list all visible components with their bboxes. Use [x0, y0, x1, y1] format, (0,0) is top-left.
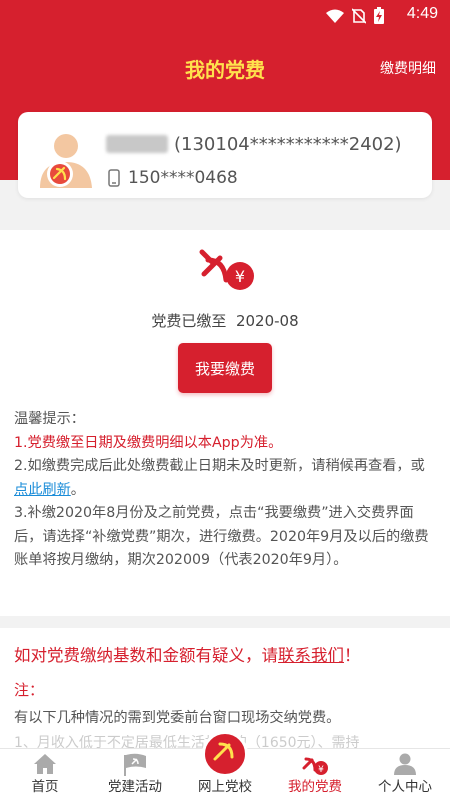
wifi-icon — [326, 9, 344, 23]
tip-item-2-end: 。 — [70, 481, 85, 498]
party-dues-icon: ¥ — [302, 757, 328, 775]
tab-home[interactable]: 首页 — [0, 749, 90, 800]
status-time: 4:49 — [406, 5, 438, 22]
payment-detail-link[interactable]: 缴费明细 — [380, 58, 436, 78]
status-bar: 4:49 — [0, 0, 450, 30]
phone-number: 150****0468 — [128, 168, 238, 188]
no-sim-icon — [352, 7, 366, 24]
user-name: (130104***********2402) — [106, 134, 402, 155]
masked-name — [106, 135, 168, 153]
tip-item-1: 1.党费缴至日期及缴费明细以本App为准。 — [14, 434, 283, 451]
battery-charging-icon — [374, 7, 384, 24]
dues-section: ¥ 党费已缴至 2020-08 我要缴费 温馨提示： 1.党费缴至日期及缴费明细… — [0, 230, 450, 616]
svg-text:¥: ¥ — [318, 765, 324, 775]
tip-item-2: 2.如缴费完成后此处缴费截止日期未及时更新，请稍候再查看，或点此刷新。 — [14, 455, 438, 502]
tips: 温馨提示： 1.党费缴至日期及缴费明细以本App为准。 2.如缴费完成后此处缴费… — [14, 408, 438, 573]
note-label: 注： — [14, 681, 45, 699]
party-emblem-icon — [202, 731, 248, 777]
paid-until-value: 2020-08 — [235, 312, 299, 330]
contact-us-link[interactable]: 联系我们 — [278, 646, 344, 665]
bottom-tab-bar: 首页 党建活动 网上党校 ¥ 我的党费 个人中心 — [0, 731, 450, 800]
tab-my-dues[interactable]: ¥ 我的党费 — [270, 749, 360, 800]
user-card: (130104***********2402) 150****0468 — [18, 112, 432, 198]
tab-home-label: 首页 — [31, 779, 59, 795]
tab-activities[interactable]: 党建活动 — [90, 749, 180, 800]
tab-personal-center-label: 个人中心 — [378, 779, 432, 795]
party-dues-emblem-icon: ¥ — [199, 249, 254, 290]
user-id-masked: (130104***********2402) — [174, 134, 402, 155]
tip-item-2-text: 2.如缴费完成后此处缴费截止日期未及时更新，请稍候再查看，或 — [14, 458, 425, 474]
tab-my-dues-label: 我的党费 — [288, 779, 342, 795]
status-icons — [326, 7, 384, 24]
paid-until-label: 党费已缴至 — [151, 312, 227, 330]
notice-section: 如对党费缴纳基数和金额有疑义，请联系我们！ 注： 有以下几种情况的需到党委前台窗… — [0, 628, 450, 751]
flag-icon — [124, 753, 146, 776]
phone-icon — [108, 169, 120, 187]
avatar — [40, 134, 92, 188]
pay-dues-button[interactable]: 我要缴费 — [178, 343, 272, 393]
tip-item-3: 3.补缴2020年8月份及之前党费，点击“我要缴费”进入交费界面后，请选择“补缴… — [14, 505, 429, 568]
tab-activities-label: 党建活动 — [108, 779, 162, 795]
paid-until: 党费已缴至 2020-08 — [0, 310, 450, 331]
tab-online-school[interactable]: 网上党校 — [180, 731, 270, 800]
person-icon — [394, 753, 416, 775]
note-text: 有以下几种情况的需到党委前台窗口现场交纳党费。 — [14, 710, 341, 726]
tab-personal-center[interactable]: 个人中心 — [360, 749, 450, 800]
notice-title-text: 如对党费缴纳基数和金额有疑义，请 — [14, 646, 278, 665]
home-icon — [34, 754, 56, 774]
refresh-link[interactable]: 点此刷新 — [14, 482, 71, 498]
svg-text:¥: ¥ — [235, 267, 245, 286]
tips-title: 温馨提示： — [14, 411, 85, 427]
user-phone: 150****0468 — [108, 168, 238, 188]
notice-title-end: ！ — [344, 646, 361, 665]
notice-title: 如对党费缴纳基数和金额有疑义，请联系我们！ — [14, 642, 361, 666]
tab-online-school-label: 网上党校 — [198, 779, 252, 795]
